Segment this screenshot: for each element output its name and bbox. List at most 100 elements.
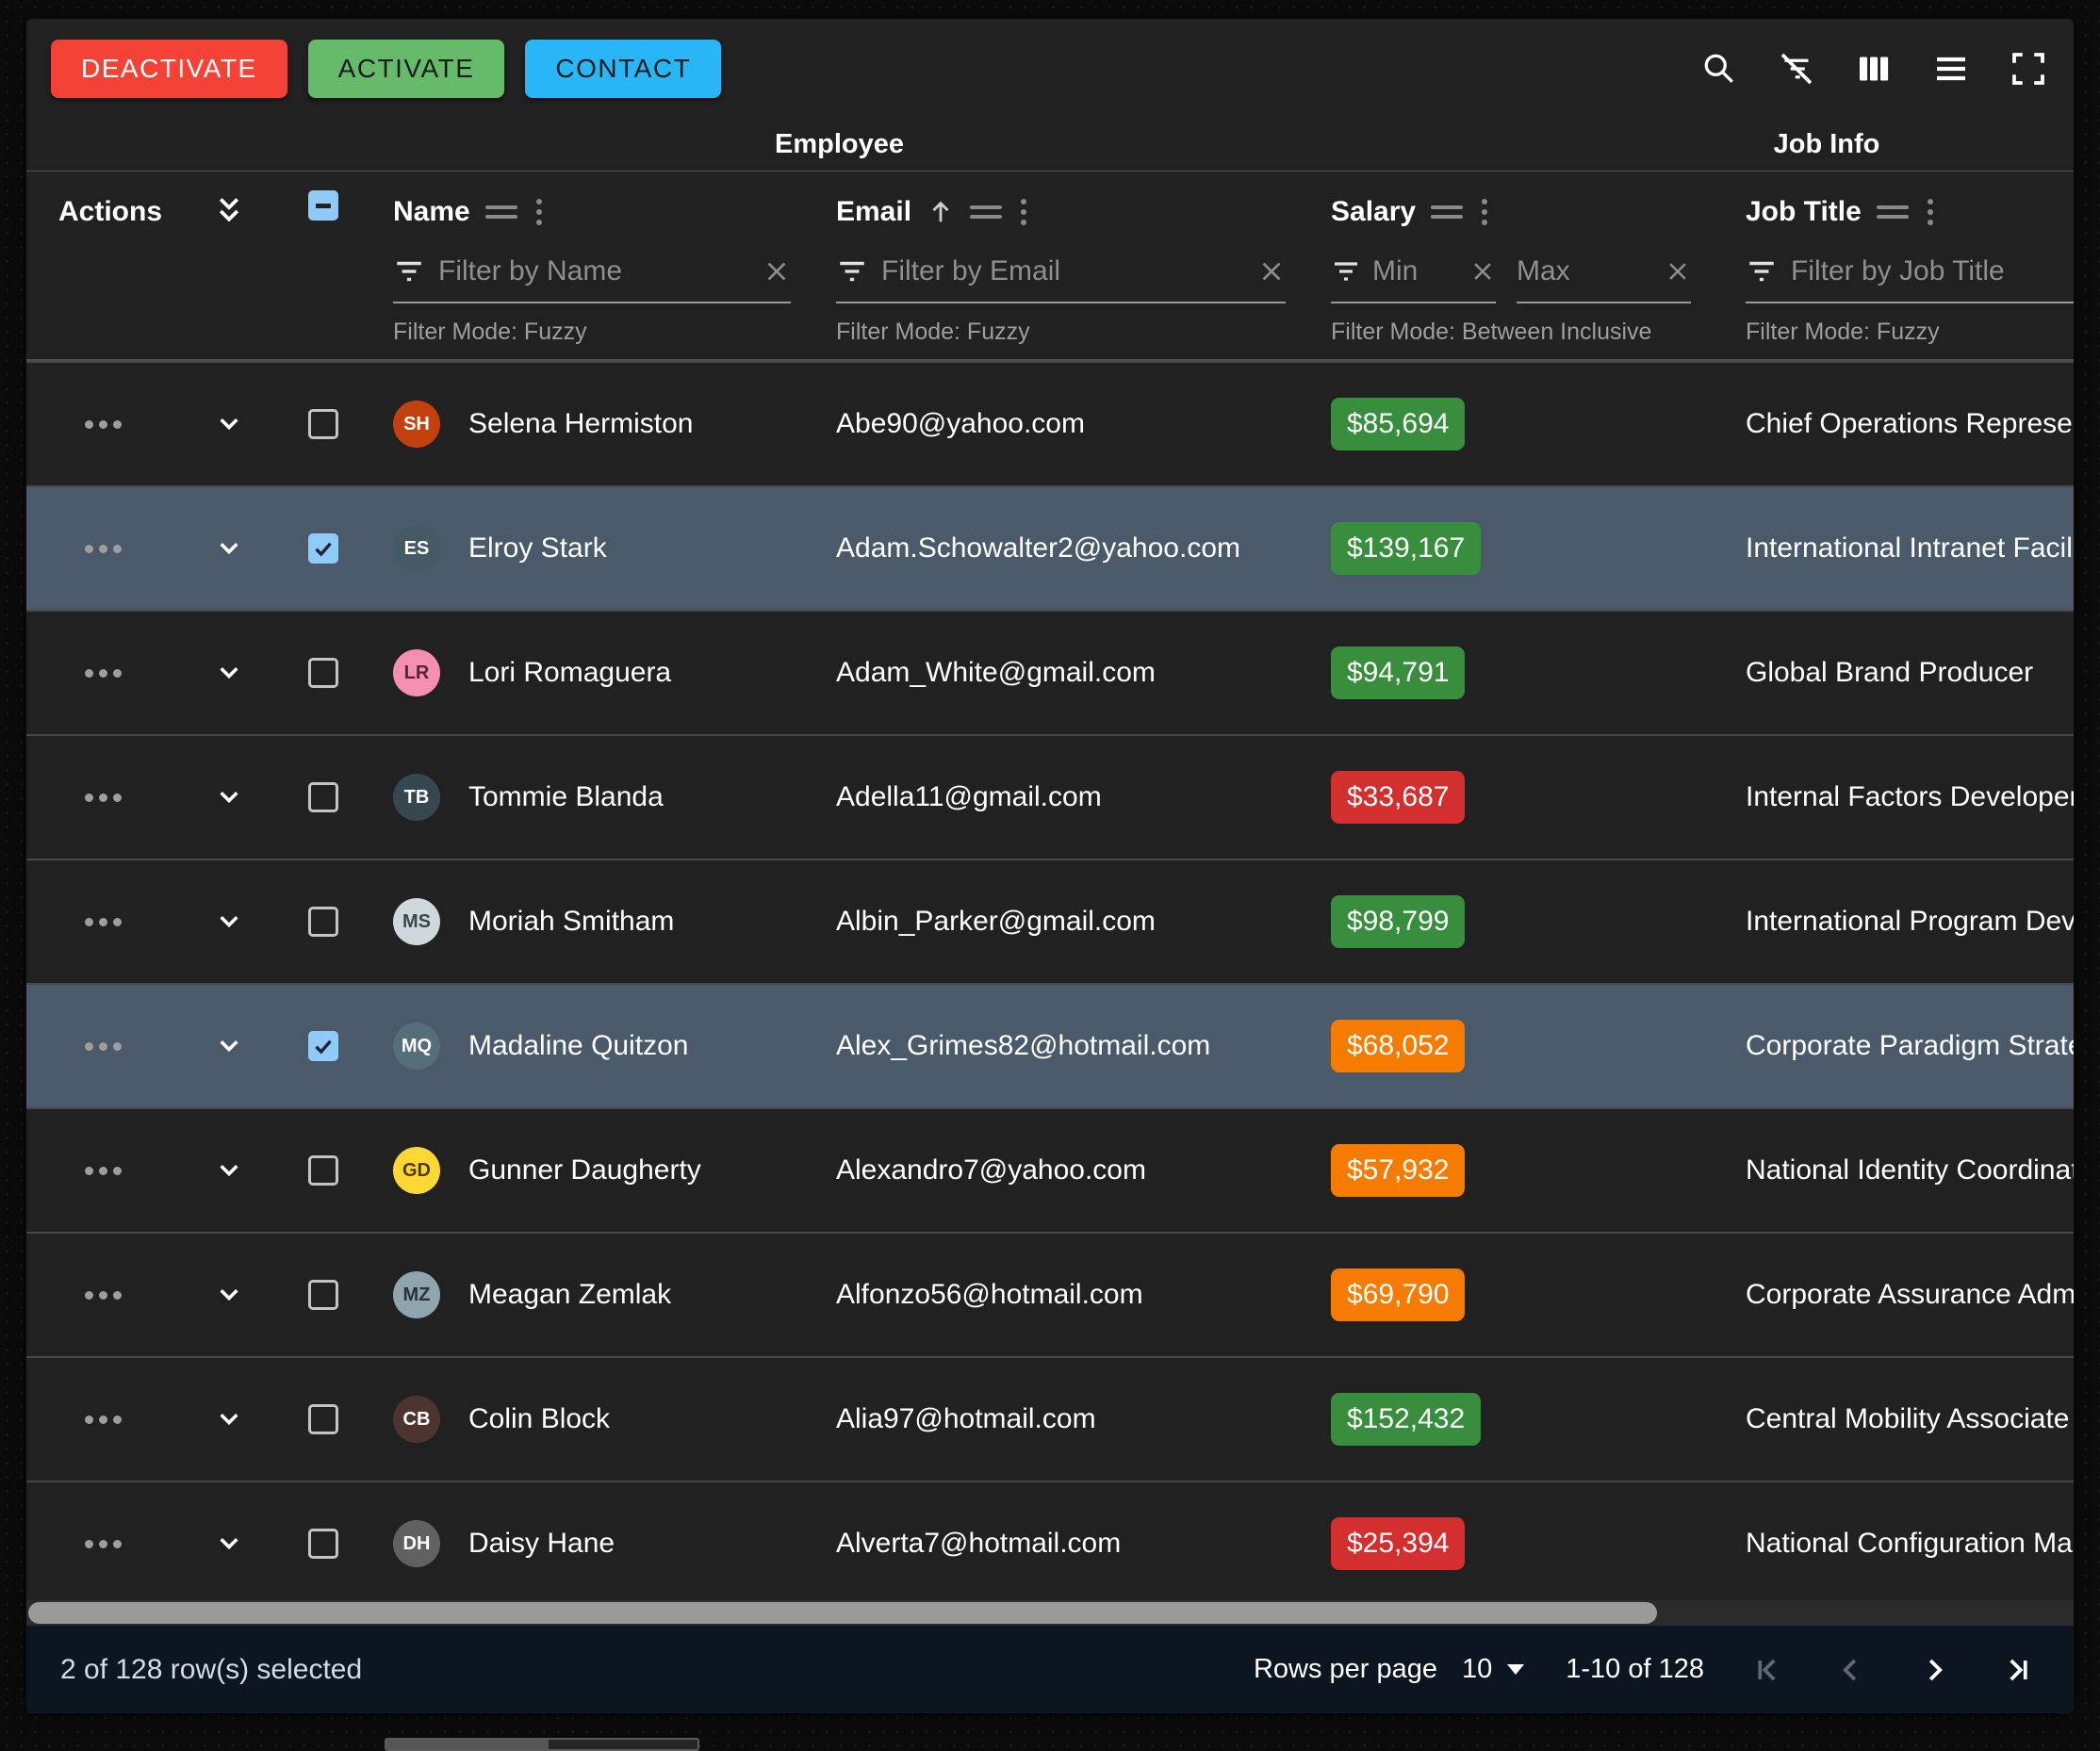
rows-per-page-label: Rows per page <box>1254 1654 1437 1685</box>
employee-email: Adam_White@gmail.com <box>836 657 1156 689</box>
row-email-cell: Abe90@yahoo.com <box>813 408 1308 440</box>
filter-list-icon[interactable] <box>836 255 868 287</box>
salary-badge: $139,167 <box>1331 522 1481 575</box>
salary-badge: $57,932 <box>1331 1144 1465 1197</box>
clear-salary-max-icon[interactable] <box>1665 258 1691 285</box>
horizontal-scrollbar-thumb[interactable] <box>28 1602 1657 1624</box>
show-columns-icon[interactable] <box>1853 48 1895 90</box>
row-checkbox[interactable] <box>308 1280 338 1310</box>
row-email-cell: Alia97@hotmail.com <box>813 1403 1308 1435</box>
column-menu-icon[interactable] <box>533 195 546 229</box>
table-scroll-area: Employee Job Info Actions <box>26 119 2074 1600</box>
filter-list-icon[interactable] <box>1331 256 1361 286</box>
row-name-cell: CB Colin Block <box>370 1396 813 1443</box>
name-filter-input[interactable] <box>438 255 749 287</box>
row-checkbox[interactable] <box>308 1404 338 1434</box>
row-menu-icon[interactable] <box>79 1285 127 1305</box>
row-expand-cell <box>182 1273 276 1317</box>
fullscreen-icon[interactable] <box>2008 48 2049 90</box>
expand-row-icon[interactable] <box>207 1024 251 1068</box>
horizontal-scrollbar[interactable] <box>26 1600 2074 1626</box>
employee-email: Albin_Parker@gmail.com <box>836 906 1156 938</box>
column-menu-icon[interactable] <box>1478 195 1491 229</box>
expand-row-icon[interactable] <box>207 527 251 570</box>
select-all-checkbox[interactable] <box>308 190 338 221</box>
search-icon[interactable] <box>1698 48 1740 90</box>
row-menu-icon[interactable] <box>79 1037 127 1056</box>
row-salary-cell: $33,687 <box>1308 771 1723 824</box>
row-expand-cell <box>182 776 276 819</box>
previous-page-icon[interactable] <box>1829 1647 1874 1693</box>
expand-row-icon[interactable] <box>207 1273 251 1317</box>
table-row: DH Daisy Hane Alverta7@hotmail.com $25,3… <box>26 1481 2074 1600</box>
pagination-range: 1-10 of 128 <box>1566 1654 1704 1685</box>
row-menu-icon[interactable] <box>79 1410 127 1430</box>
row-menu-icon[interactable] <box>79 1161 127 1181</box>
row-checkbox[interactable] <box>308 409 338 439</box>
job-title-header-label[interactable]: Job Title <box>1746 196 1862 228</box>
row-checkbox[interactable] <box>308 782 338 812</box>
filter-list-icon[interactable] <box>1746 255 1778 287</box>
salary-max-input[interactable] <box>1517 255 1653 287</box>
employee-name: Moriah Smitham <box>468 906 674 938</box>
expand-row-icon[interactable] <box>207 1149 251 1192</box>
row-menu-icon[interactable] <box>79 663 127 683</box>
row-menu-icon[interactable] <box>79 788 127 808</box>
page-scrollbar-thumb[interactable] <box>386 1740 549 1749</box>
column-menu-icon[interactable] <box>1017 195 1030 229</box>
clear-email-filter-icon[interactable] <box>1257 257 1286 286</box>
row-menu-icon[interactable] <box>79 912 127 932</box>
expand-all-icon[interactable] <box>208 190 250 232</box>
expand-row-icon[interactable] <box>207 651 251 695</box>
email-filter-input[interactable] <box>881 255 1244 287</box>
next-page-icon[interactable] <box>1911 1647 1957 1693</box>
row-checkbox[interactable] <box>308 533 338 564</box>
sort-asc-icon[interactable] <box>927 198 955 226</box>
column-menu-icon[interactable] <box>1924 195 1937 229</box>
rows-per-page-select[interactable]: 10 <box>1462 1654 1524 1685</box>
expand-row-icon[interactable] <box>207 776 251 819</box>
drag-handle-icon[interactable] <box>1431 202 1463 222</box>
row-checkbox[interactable] <box>308 1155 338 1186</box>
expand-row-icon[interactable] <box>207 1522 251 1565</box>
row-actions-cell <box>26 788 182 808</box>
last-page-icon[interactable] <box>1994 1647 2040 1693</box>
clear-name-filter-icon[interactable] <box>763 257 791 286</box>
drag-handle-icon[interactable] <box>485 202 517 222</box>
row-checkbox[interactable] <box>308 907 338 937</box>
filter-list-icon[interactable] <box>393 255 425 287</box>
salary-filter-mode: Filter Mode: Between Inclusive <box>1331 319 1700 346</box>
deactivate-button[interactable]: DEACTIVATE <box>51 40 287 98</box>
density-icon[interactable] <box>1930 48 1972 90</box>
name-header-label[interactable]: Name <box>393 196 470 228</box>
row-checkbox[interactable] <box>308 658 338 688</box>
row-email-cell: Alexandro7@yahoo.com <box>813 1154 1308 1186</box>
row-checkbox[interactable] <box>308 1031 338 1061</box>
row-select-cell <box>276 907 370 937</box>
page-scrollbar[interactable] <box>385 1738 699 1751</box>
email-header-label[interactable]: Email <box>836 196 911 228</box>
row-menu-icon[interactable] <box>79 415 127 434</box>
employee-job-title: Corporate Assurance Administrator <box>1746 1279 2074 1311</box>
avatar: MS <box>393 898 440 945</box>
activate-button[interactable]: ACTIVATE <box>308 40 505 98</box>
drag-handle-icon[interactable] <box>1877 202 1909 222</box>
row-name-cell: GD Gunner Daugherty <box>370 1147 813 1194</box>
expand-row-icon[interactable] <box>207 1398 251 1441</box>
first-page-icon[interactable] <box>1746 1647 1791 1693</box>
filter-off-icon[interactable] <box>1776 48 1817 90</box>
employee-job-title: International Intranet Facilitator <box>1746 532 2074 565</box>
row-email-cell: Alverta7@hotmail.com <box>813 1528 1308 1560</box>
salary-min-input[interactable] <box>1372 255 1458 287</box>
contact-button[interactable]: CONTACT <box>525 40 721 98</box>
row-menu-icon[interactable] <box>79 1534 127 1554</box>
row-menu-icon[interactable] <box>79 539 127 559</box>
clear-salary-min-icon[interactable] <box>1469 258 1496 285</box>
actions-header-label: Actions <box>58 196 162 228</box>
row-checkbox[interactable] <box>308 1529 338 1559</box>
drag-handle-icon[interactable] <box>970 202 1002 222</box>
job-title-filter-input[interactable] <box>1791 255 2074 287</box>
expand-row-icon[interactable] <box>207 900 251 943</box>
expand-row-icon[interactable] <box>207 402 251 446</box>
salary-header-label[interactable]: Salary <box>1331 196 1416 228</box>
